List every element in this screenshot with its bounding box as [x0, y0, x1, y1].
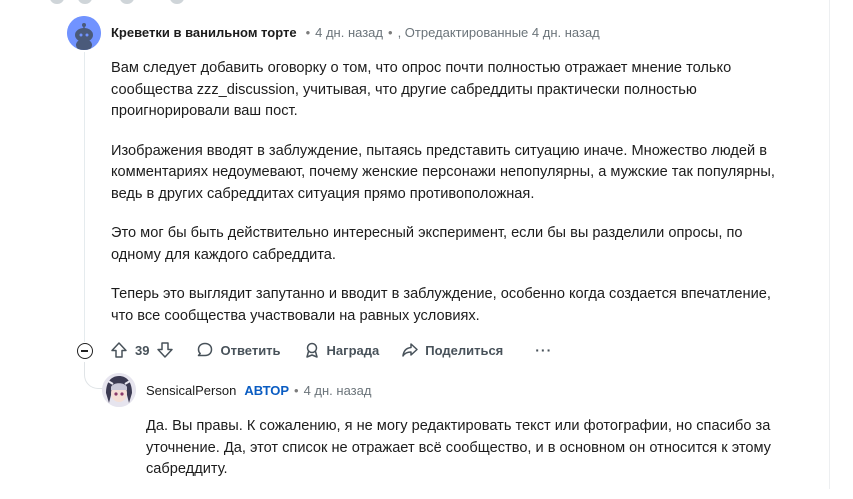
comment-paragraph: Теперь это выглядит запутанно и вводит в…: [111, 286, 771, 324]
share-label: Поделиться: [425, 342, 504, 358]
downvote-icon[interactable]: [156, 341, 174, 359]
meta-separator: •: [388, 25, 393, 40]
comment-body: Да. Вы правы. К сожалению, я не могу ред…: [146, 416, 806, 499]
comment-paragraph: Да. Вы правы. К сожалению, я не могу ред…: [146, 418, 771, 477]
scrollbar-rail[interactable]: [829, 0, 853, 489]
edited-label: , Отредактированные 4 дн. назад: [397, 25, 600, 40]
comment-author[interactable]: Креветки в ванильном торте: [111, 25, 297, 40]
op-badge: АВТОР: [244, 383, 290, 398]
meta-separator: •: [294, 383, 299, 398]
comment-author[interactable]: SensicalPerson: [146, 383, 236, 398]
reply-button[interactable]: Ответить: [196, 341, 281, 359]
meta-separator: •: [305, 25, 311, 40]
thread-line: [84, 52, 85, 342]
comment-timestamp[interactable]: 4 дн. назад: [304, 383, 372, 398]
reply-label: Ответить: [220, 342, 281, 358]
award-icon: [305, 342, 318, 358]
award-label: Награда: [326, 342, 380, 358]
share-button[interactable]: Поделиться: [401, 341, 503, 359]
comment-paragraph: Изображения вводят в заблуждение, пытаяс…: [111, 142, 775, 202]
share-icon: [402, 343, 418, 357]
award-button[interactable]: Награда: [303, 341, 380, 359]
comment-paragraph: Вам следует добавить оговорку о том, что…: [111, 60, 732, 119]
comment-body: Вам следует добавить оговорку о том, что…: [111, 58, 776, 345]
vote-count: 39: [135, 342, 150, 358]
user-avatar-icon: [102, 373, 136, 407]
previous-comment-remnant: [50, 0, 250, 4]
avatar[interactable]: [102, 373, 136, 407]
avatar[interactable]: [67, 16, 101, 50]
reply-connector: [84, 362, 103, 389]
comment-paragraph: Это мог бы быть действительно интересный…: [111, 225, 743, 263]
more-options-button[interactable]: ···: [535, 342, 552, 358]
snoo-avatar-icon: [67, 16, 101, 50]
more-options-icon: ···: [535, 342, 553, 358]
upvote-icon[interactable]: [110, 341, 128, 359]
comment-bubble-icon: [198, 342, 213, 357]
collapse-thread-button[interactable]: [77, 343, 93, 359]
vote-controls: 39: [110, 341, 174, 359]
comment-actions: 39 Ответить Награда Поделиться ···: [110, 341, 574, 359]
comment-timestamp[interactable]: 4 дн. назад: [315, 25, 383, 40]
